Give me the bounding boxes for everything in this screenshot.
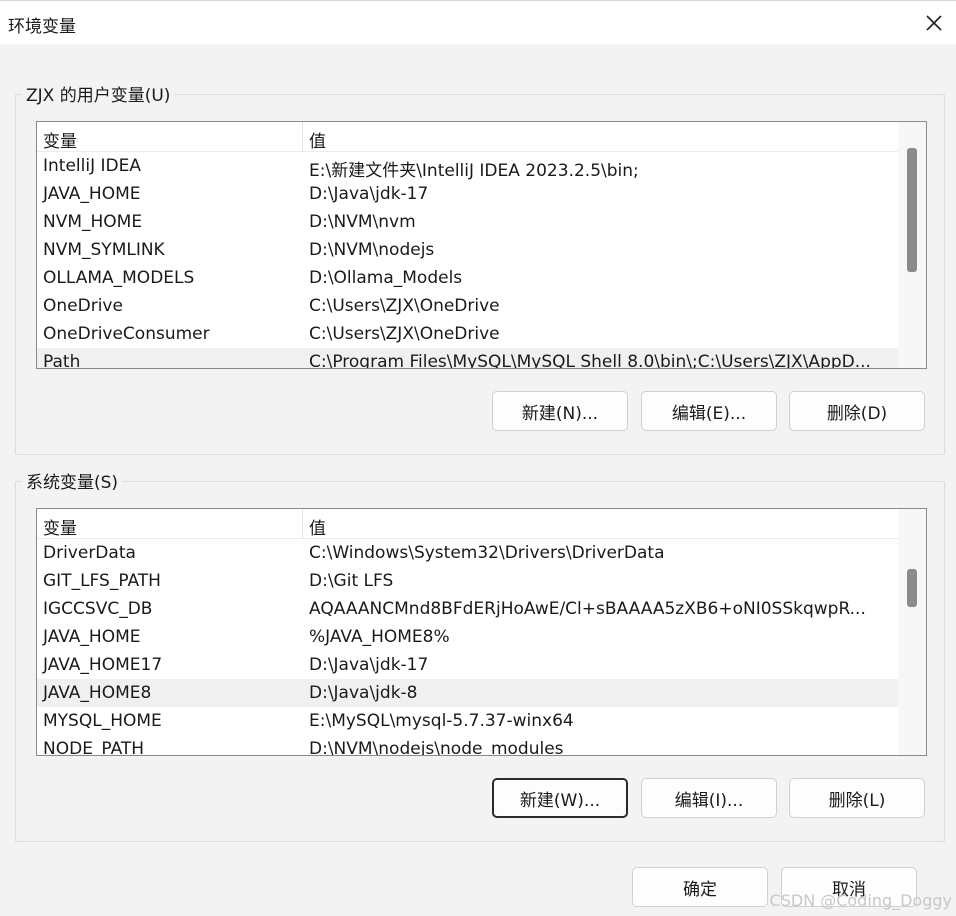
system-new-button[interactable]: 新建(W)... xyxy=(492,778,628,818)
scrollbar[interactable] xyxy=(898,509,926,755)
variable-value-cell: C:\Users\ZJX\OneDrive xyxy=(309,324,500,344)
variable-name-cell: Path xyxy=(43,352,81,369)
system-vars-list[interactable]: 变量 值 DriverData C:\Windows\System32\Drive… xyxy=(36,508,927,756)
title-bar: 环境变量 xyxy=(0,0,956,44)
variable-name-cell: IGCCSVC_DB xyxy=(43,599,153,619)
user-vars-group: ZJX 的用户变量(U) 变量 值 IntelliJ IDEA E:\新建文件夹\… xyxy=(15,81,945,455)
variable-value-cell: D:\Java\jdk-17 xyxy=(309,655,429,675)
table-row[interactable]: DriverData C:\Windows\System32\Drivers\Dr… xyxy=(37,539,898,567)
close-icon xyxy=(926,15,942,31)
variable-value-cell: D:\Java\jdk-8 xyxy=(309,683,418,703)
column-header-variable[interactable]: 变量 xyxy=(43,514,77,539)
column-divider[interactable] xyxy=(302,509,303,539)
variable-name-cell: OLLAMA_MODELS xyxy=(43,268,195,288)
table-row[interactable]: OneDrive C:\Users\ZJX\OneDrive xyxy=(37,292,898,320)
table-row[interactable]: NODE_PATH D:\NVM\nodejs\node_modules xyxy=(37,735,898,756)
table-row[interactable]: IntelliJ IDEA E:\新建文件夹\IntelliJ IDEA 2023… xyxy=(37,152,898,181)
ok-button[interactable]: 确定 xyxy=(632,867,768,907)
user-delete-button[interactable]: 删除(D) xyxy=(789,391,925,431)
variable-name-cell: JAVA_HOME8 xyxy=(43,683,152,703)
variable-name-cell: NVM_SYMLINK xyxy=(43,240,165,260)
variable-value-cell: C:\Program Files\MySQL\MySQL Shell 8.0\b… xyxy=(309,352,871,369)
table-row[interactable]: JAVA_HOME8 D:\Java\jdk-8 xyxy=(37,679,898,707)
list-header: 变量 值 xyxy=(37,122,898,152)
variable-name-cell: OneDriveConsumer xyxy=(43,324,210,344)
variable-value-cell: E:\新建文件夹\IntelliJ IDEA 2023.2.5\bin; xyxy=(309,161,639,181)
variable-value-cell: D:\NVM\nodejs xyxy=(309,240,435,260)
table-row[interactable]: NVM_HOME D:\NVM\nvm xyxy=(37,208,898,236)
user-new-button[interactable]: 新建(N)... xyxy=(492,391,628,431)
table-row[interactable]: Path C:\Program Files\MySQL\MySQL Shell 8… xyxy=(37,348,898,369)
table-row[interactable]: IGCCSVC_DB AQAAANCMnd8BFdERjHoAwE/Cl+sBAA… xyxy=(37,595,898,623)
table-row[interactable]: MYSQL_HOME E:\MySQL\mysql-5.7.37-winx64 xyxy=(37,707,898,735)
variable-name-cell: JAVA_HOME xyxy=(43,184,141,204)
variable-name-cell: NVM_HOME xyxy=(43,212,143,232)
close-button[interactable] xyxy=(912,1,956,45)
table-row[interactable]: GIT_LFS_PATH D:\Git LFS xyxy=(37,567,898,595)
system-edit-button[interactable]: 编辑(I)... xyxy=(641,778,777,818)
variable-value-cell: C:\Windows\System32\Drivers\DriverData xyxy=(309,543,665,563)
column-header-value[interactable]: 值 xyxy=(309,127,326,152)
variable-value-cell: D:\Git LFS xyxy=(309,571,394,591)
variable-name-cell: GIT_LFS_PATH xyxy=(43,571,161,591)
variable-name-cell: IntelliJ IDEA xyxy=(43,156,141,176)
column-header-value[interactable]: 值 xyxy=(309,514,326,539)
variable-value-cell: D:\Ollama_Models xyxy=(309,268,463,288)
user-vars-label: ZJX 的用户变量(U) xyxy=(22,81,175,106)
variable-value-cell: E:\MySQL\mysql-5.7.37-winx64 xyxy=(309,711,574,731)
watermark: CSDN @Coding_Doggy xyxy=(769,891,952,910)
list-header: 变量 值 xyxy=(37,509,898,539)
system-vars-label: 系统变量(S) xyxy=(22,468,123,493)
variable-name-cell: MYSQL_HOME xyxy=(43,711,162,731)
user-edit-button[interactable]: 编辑(E)... xyxy=(641,391,777,431)
column-divider[interactable] xyxy=(302,122,303,152)
variable-value-cell: D:\NVM\nodejs\node_modules xyxy=(309,739,564,756)
variable-name-cell: JAVA_HOME xyxy=(43,627,141,647)
variable-name-cell: JAVA_HOME17 xyxy=(43,655,163,675)
variable-value-cell: %JAVA_HOME8% xyxy=(309,627,450,647)
variable-value-cell: AQAAANCMnd8BFdERjHoAwE/Cl+sBAAAA5zXB6+oN… xyxy=(309,599,866,619)
table-row[interactable]: OneDriveConsumer C:\Users\ZJX\OneDrive xyxy=(37,320,898,348)
window-title: 环境变量 xyxy=(8,17,76,37)
variable-name-cell: NODE_PATH xyxy=(43,739,145,756)
variable-name-cell: DriverData xyxy=(43,543,136,563)
scrollbar[interactable] xyxy=(898,122,926,368)
user-vars-list[interactable]: 变量 值 IntelliJ IDEA E:\新建文件夹\IntelliJ IDEA… xyxy=(36,121,927,369)
system-delete-button[interactable]: 删除(L) xyxy=(789,778,925,818)
variable-value-cell: C:\Users\ZJX\OneDrive xyxy=(309,296,500,316)
table-row[interactable]: JAVA_HOME17 D:\Java\jdk-17 xyxy=(37,651,898,679)
column-header-variable[interactable]: 变量 xyxy=(43,127,77,152)
scrollbar-thumb[interactable] xyxy=(907,569,917,607)
variable-value-cell: D:\NVM\nvm xyxy=(309,212,416,232)
variable-value-cell: D:\Java\jdk-17 xyxy=(309,184,429,204)
system-vars-group: 系统变量(S) 变量 值 DriverData C:\Windows\System… xyxy=(15,468,945,842)
table-row[interactable]: JAVA_HOME D:\Java\jdk-17 xyxy=(37,180,898,208)
table-row[interactable]: JAVA_HOME %JAVA_HOME8% xyxy=(37,623,898,651)
variable-name-cell: OneDrive xyxy=(43,296,123,316)
table-row[interactable]: OLLAMA_MODELS D:\Ollama_Models xyxy=(37,264,898,292)
table-row[interactable]: NVM_SYMLINK D:\NVM\nodejs xyxy=(37,236,898,264)
scrollbar-thumb[interactable] xyxy=(907,148,917,272)
